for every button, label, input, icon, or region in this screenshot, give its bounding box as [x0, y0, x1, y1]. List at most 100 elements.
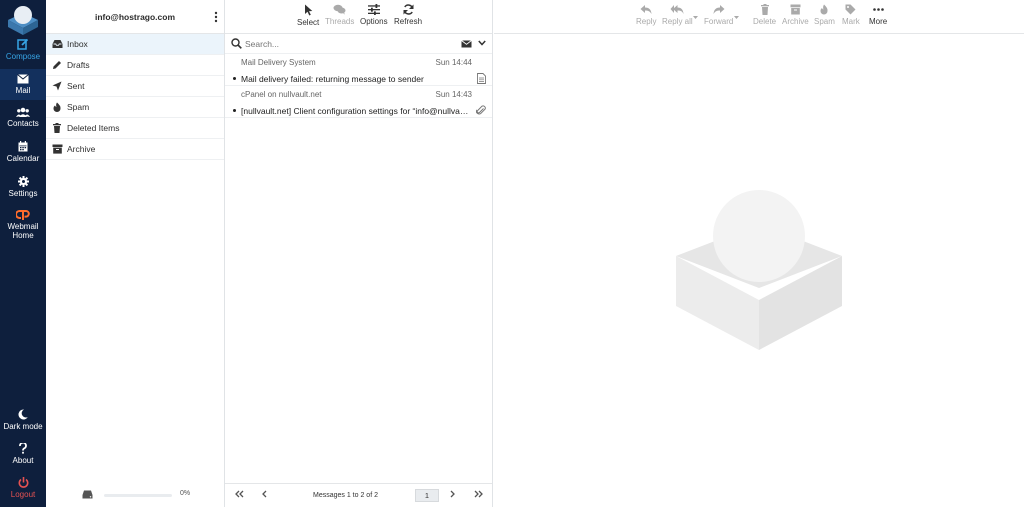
more-button[interactable]: More [869, 4, 887, 26]
forward-button[interactable]: Forward [704, 4, 733, 26]
settings-button[interactable]: Settings [0, 176, 46, 202]
tag-icon [845, 4, 856, 15]
compose-button[interactable]: Compose [0, 38, 46, 66]
logout-label: Logout [10, 490, 36, 499]
folder-inbox[interactable]: Inbox [46, 34, 224, 55]
folder-label: Sent [67, 81, 85, 91]
delete-label: Delete [753, 17, 777, 26]
reply-all-button[interactable]: Reply all [662, 4, 693, 26]
search-input[interactable] [245, 37, 445, 51]
archive-button[interactable]: Archive [782, 4, 809, 26]
logout-button[interactable]: Logout [0, 477, 46, 503]
first-page-icon[interactable] [234, 490, 244, 498]
webmail-label: Webmail [7, 222, 39, 231]
mark-button[interactable]: Mark [842, 4, 860, 26]
calendar-icon [18, 141, 28, 152]
file-report-icon [477, 73, 486, 84]
search-icon[interactable] [231, 38, 242, 49]
compose-label: Compose [5, 52, 41, 61]
last-page-icon[interactable] [474, 490, 484, 498]
envelope-icon [17, 74, 29, 84]
delete-button[interactable]: Delete [753, 4, 776, 26]
chevron-down-icon[interactable] [478, 40, 486, 46]
folder-spam[interactable]: Spam [46, 97, 224, 118]
home-label: Home [12, 231, 34, 240]
select-label: Select [297, 18, 320, 27]
folder-label: Drafts [67, 60, 90, 70]
message-date: Sun 14:44 [435, 58, 472, 67]
trash-icon [760, 4, 769, 15]
send-icon [52, 81, 62, 91]
refresh-icon [403, 4, 413, 15]
quota-bar [104, 494, 172, 497]
account-email: info@hostrago.com [94, 12, 176, 22]
folder-label: Inbox [67, 39, 88, 49]
taskmenu: Compose Mail Contacts Calendar Settings … [0, 0, 46, 507]
message-list-pane: Select Threads Options Refresh Search...… [225, 0, 493, 507]
gear-icon [17, 176, 29, 187]
mail-button[interactable]: Mail [0, 69, 46, 100]
ellipsis-icon [872, 8, 884, 11]
threads-label: Threads [325, 17, 355, 26]
message-row[interactable]: cPanel on nullvault.net Sun 14:43 [nullv… [225, 86, 492, 118]
folder-label: Deleted Items [67, 123, 120, 133]
refresh-label: Refresh [394, 17, 423, 26]
message-from: cPanel on nullvault.net [241, 90, 322, 99]
contacts-label: Contacts [7, 119, 39, 128]
dark-mode-button[interactable]: Dark mode [0, 409, 46, 435]
empty-message-illustration [676, 190, 842, 350]
archive-label: Archive [782, 17, 809, 26]
question-icon [19, 443, 27, 454]
hard-drive-icon [82, 490, 93, 499]
folder-pane: info@hostrago.com Inbox Drafts Sent Spam [46, 0, 225, 507]
message-from: Mail Delivery System [241, 58, 316, 67]
power-icon [18, 477, 28, 488]
roundcube-logo-icon[interactable] [6, 3, 40, 35]
message-subject: [nullvault.net] Client configuration set… [241, 106, 469, 116]
inbox-icon [52, 40, 63, 48]
previous-page-icon[interactable] [261, 490, 267, 498]
reply-all-dropdown-icon[interactable] [693, 15, 698, 20]
folder-label: Archive [67, 144, 96, 154]
next-page-icon[interactable] [450, 490, 456, 498]
page-number-input[interactable]: 1 [415, 489, 439, 502]
quota-footer: 0% [46, 483, 224, 507]
about-label: About [12, 456, 34, 465]
mark-label: Mark [842, 17, 860, 26]
webmail-home-button[interactable]: Webmail Home [0, 209, 46, 241]
envelope-filter-icon[interactable] [461, 40, 472, 48]
more-label: More [869, 17, 888, 26]
folder-sent[interactable]: Sent [46, 76, 224, 97]
calendar-button[interactable]: Calendar [0, 141, 46, 167]
spam-button[interactable]: Spam [814, 4, 835, 26]
threads-button[interactable]: Threads [325, 4, 354, 26]
about-button[interactable]: About [0, 443, 46, 469]
folder-deleted-items[interactable]: Deleted Items [46, 118, 224, 139]
folder-pane-header: info@hostrago.com [46, 0, 224, 34]
users-icon [16, 107, 30, 117]
reply-button[interactable]: Reply [636, 4, 656, 26]
pencil-icon [53, 61, 61, 69]
contacts-button[interactable]: Contacts [0, 107, 46, 133]
spam-label: Spam [814, 17, 835, 26]
unread-dot-icon [233, 77, 236, 80]
search-bar [225, 34, 492, 54]
cpanel-icon [16, 210, 30, 220]
forward-icon [713, 5, 725, 14]
message-date: Sun 14:43 [435, 90, 472, 99]
message-list-toolbar: Select Threads Options Refresh [225, 0, 492, 34]
kebab-menu-icon[interactable] [213, 11, 219, 23]
sliders-icon [367, 4, 380, 15]
folder-label: Spam [67, 102, 90, 112]
folder-archive[interactable]: Archive [46, 139, 224, 160]
pager-count: Messages 1 to 2 of 2 [313, 492, 378, 499]
select-button[interactable]: Select [297, 4, 319, 27]
folder-drafts[interactable]: Drafts [46, 55, 224, 76]
paperclip-icon [476, 105, 486, 115]
refresh-button[interactable]: Refresh [394, 4, 422, 26]
cursor-icon [304, 4, 312, 16]
settings-label: Settings [8, 189, 38, 198]
options-button[interactable]: Options [360, 4, 388, 26]
forward-dropdown-icon[interactable] [734, 15, 739, 20]
message-row[interactable]: Mail Delivery System Sun 14:44 Mail deli… [225, 54, 492, 86]
